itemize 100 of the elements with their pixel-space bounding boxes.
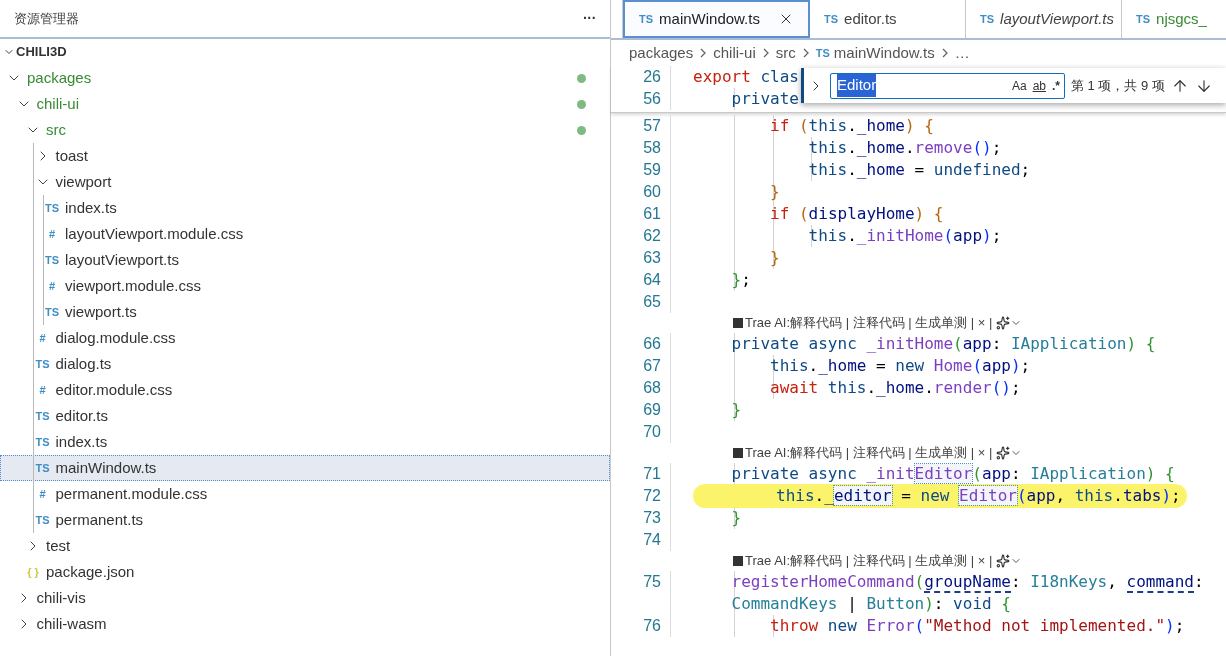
line-number: 64 [642,270,661,290]
chevron-right-icon [802,48,809,58]
sparkle-icon[interactable] [996,554,1011,568]
file-type-icon: # [44,225,60,243]
breadcrumb-item[interactable]: src [775,41,796,65]
item-label: index.ts [65,197,117,218]
item-label: viewport [55,171,112,192]
item-label: layoutViewport.ts [65,249,179,270]
line-number: 56 [642,89,661,109]
line-number: 72 [642,486,661,506]
item-label: index.ts [55,431,108,452]
codelens-actions[interactable]: Trae AI:解释代码 | 注释代码 | 生成单测 | × | [745,313,993,333]
item-label: mainWindow.ts [55,457,157,478]
file-type-icon: TS [34,511,51,529]
folder-item[interactable]: viewport [0,169,610,195]
sparkle-icon[interactable] [996,446,1011,460]
item-label: toast [55,145,89,166]
file-item[interactable]: TS permanent.ts [0,507,610,533]
codelens-actions[interactable]: Trae AI:解释代码 | 注释代码 | 生成单测 | × | [745,443,993,463]
file-item[interactable]: TS layoutViewport.ts [0,247,610,273]
workspace-name: CHILI3D [16,43,67,62]
code-line: if (displayHome) { [769,203,944,225]
line-number: 73 [642,508,661,528]
typescript-file-icon: TS [824,10,839,28]
folder-item[interactable]: packages [0,65,610,91]
line-number: 62 [642,226,661,246]
file-type-icon: # [34,381,51,399]
folder-item[interactable]: chili-ui [0,91,610,117]
typescript-file-icon: TS [815,44,830,62]
line-number: 67 [642,356,661,376]
file-item[interactable]: # viewport.module.css [0,273,610,299]
line-number: 59 [642,160,661,180]
chevron-right-icon [700,48,707,58]
code-line: } [769,247,780,269]
file-item[interactable]: { } package.json [0,559,610,585]
breadcrumb-item[interactable]: chili-ui [713,41,756,65]
breadcrumb-item[interactable]: mainWindow.ts [833,41,935,65]
line-number: 60 [642,182,661,202]
file-type-icon: # [34,485,51,503]
item-label: packages [27,67,92,88]
match-count: 第 1 项，共 9 项 [1071,76,1165,95]
file-item[interactable]: # permanent.module.css [0,481,610,507]
line-number: 71 [642,464,661,484]
code-line: }; [730,269,751,291]
line-number: 76 [642,616,661,636]
file-item[interactable]: TS mainWindow.ts [0,455,610,481]
code-line: private [730,88,799,110]
file-item[interactable]: # editor.module.css [0,377,610,403]
file-item[interactable]: TS viewport.ts [0,299,610,325]
code-line: await this._home.render(); [769,377,1021,399]
item-label: permanent.ts [55,509,144,530]
folder-item[interactable]: chili-vis [0,585,610,611]
line-number: 61 [642,204,661,224]
breadcrumb-item[interactable]: … [954,41,970,65]
find-option[interactable]: Aa [1011,76,1027,95]
chevron-right-icon [941,48,948,58]
code-line: } [769,181,780,203]
file-item[interactable]: TS dialog.ts [0,351,610,377]
folder-item[interactable]: test [0,533,610,559]
folder-item[interactable]: src [0,117,610,143]
find-value: Editor [837,74,877,97]
line-number: 57 [642,116,661,136]
file-type-icon: { } [25,563,41,581]
typescript-file-icon: TS [1136,10,1151,28]
line-number: 74 [642,530,661,550]
breadcrumb-item[interactable]: packages [629,41,694,65]
file-item[interactable]: TS index.ts [0,429,610,455]
file-type-icon: # [44,277,60,295]
file-type-icon: TS [44,303,60,321]
item-label: editor.module.css [55,379,173,400]
sparkle-icon[interactable] [996,316,1011,330]
item-label: permanent.module.css [55,483,208,504]
typescript-file-icon: TS [639,10,654,28]
line-number: 65 [642,292,661,312]
editor-tab[interactable]: TS mainWindow.ts [623,0,810,38]
line-number: 63 [642,248,661,268]
codelens-actions[interactable]: Trae AI:解释代码 | 注释代码 | 生成单测 | × | [745,551,993,571]
file-item[interactable]: TS editor.ts [0,403,610,429]
folder-item[interactable]: toast [0,143,610,169]
line-number: 69 [642,400,661,420]
code-line: private async _initEditor(app: IApplication) { [730,463,1175,485]
item-label: dialog.ts [55,353,112,374]
code-line: } [730,507,742,529]
file-type-icon: # [34,329,51,347]
file-item[interactable]: # dialog.module.css [0,325,610,351]
line-number: 66 [642,334,661,354]
line-number: 68 [642,378,661,398]
find-option[interactable]: .* [1052,76,1060,95]
tab-label: mainWindow.ts [659,8,760,29]
workspace-header[interactable]: CHILI3D [0,39,610,65]
file-type-icon: TS [44,199,60,217]
file-item[interactable]: # layoutViewport.module.css [0,221,610,247]
find-option[interactable]: ab [1032,76,1046,95]
chevron-right-icon [762,48,769,58]
find-input[interactable]: Editor Aa ab .* [830,72,1065,99]
more-actions-button[interactable]: ··· [583,8,596,29]
code-line: if (this._home) { [769,115,934,137]
file-item[interactable]: TS index.ts [0,195,610,221]
line-number: 26 [642,67,661,87]
folder-item[interactable]: chili-wasm [0,611,610,637]
